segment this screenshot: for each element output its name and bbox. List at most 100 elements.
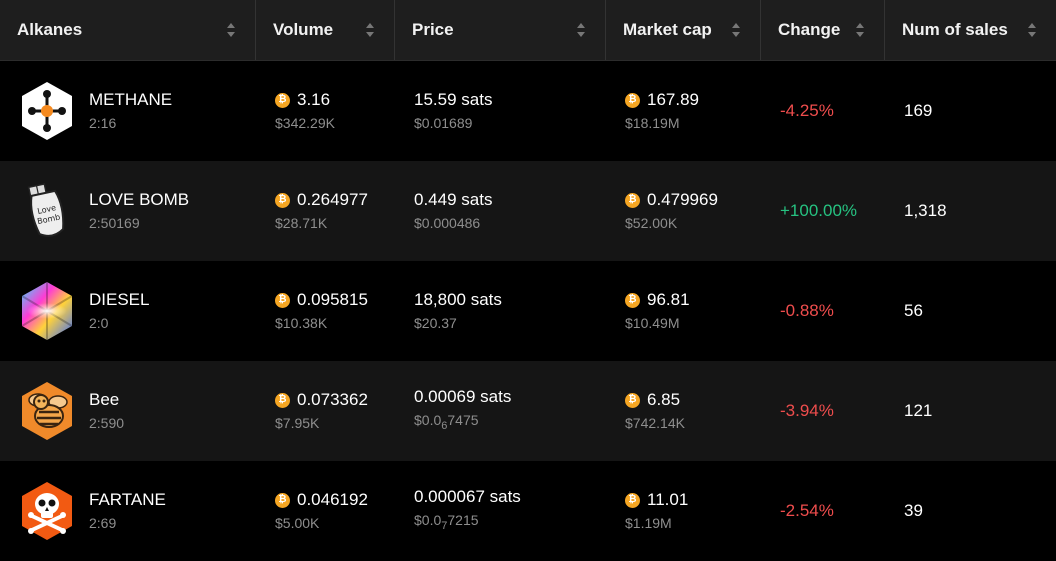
num-sales: 1,318 — [904, 201, 947, 220]
volume-cell: ₿ 0.095815 $10.38K — [256, 261, 395, 361]
table-row[interactable]: FARTANE 2:69 ₿ 0.046192 $5.00K 0.000067 s… — [0, 461, 1056, 561]
market-cap-usd: $742.14K — [625, 415, 685, 431]
price-sats: 0.00069 sats — [414, 387, 512, 406]
sort-icon[interactable] — [227, 23, 235, 37]
table-row[interactable]: Bee 2:590 ₿ 0.073362 $7.95K 0.00069 sats … — [0, 361, 1056, 461]
header-change[interactable]: Change — [761, 0, 885, 60]
volume-usd: $5.00K — [275, 515, 320, 531]
sort-icon[interactable] — [856, 23, 864, 37]
volume-usd: $7.95K — [275, 415, 320, 431]
market-cap-cell: ₿ 11.01 $1.19M — [606, 461, 761, 561]
alkane-cell: DIESEL 2:0 — [0, 261, 256, 361]
alkane-cell: Love Bomb LOVE BOMB 2:50169 — [0, 161, 256, 261]
num-sales: 39 — [904, 501, 923, 520]
bitcoin-icon: ₿ — [275, 392, 290, 408]
market-cap-usd: $18.19M — [625, 115, 680, 131]
bee-icon — [19, 380, 75, 442]
header-label: Price — [412, 20, 454, 39]
sort-icon[interactable] — [577, 23, 585, 37]
alkane-id: 2:69 — [89, 515, 117, 531]
header-label: Alkanes — [17, 20, 83, 39]
price-cell: 0.00069 sats $0.067475 — [395, 361, 606, 461]
alkane-name[interactable]: Bee — [89, 389, 124, 411]
alkane-cell: Bee 2:590 — [0, 361, 256, 461]
methane-molecule-icon — [19, 80, 75, 142]
volume-usd: $342.29K — [275, 115, 335, 131]
alkane-name[interactable]: METHANE — [89, 89, 172, 111]
volume-cell: ₿ 0.264977 $28.71K — [256, 161, 395, 261]
header-price[interactable]: Price — [395, 0, 606, 60]
change-cell: -3.94% — [761, 361, 885, 461]
header-volume[interactable]: Volume — [256, 0, 395, 60]
sort-icon[interactable] — [366, 23, 374, 37]
alkane-name[interactable]: FARTANE — [89, 489, 166, 511]
volume-cell: ₿ 3.16 $342.29K — [256, 61, 395, 161]
bitcoin-icon: ₿ — [275, 192, 290, 208]
volume-usd: $28.71K — [275, 215, 328, 231]
price-usd: $0.077215 — [414, 510, 521, 536]
sales-cell: 169 — [885, 61, 1056, 161]
header-market-cap[interactable]: Market cap — [606, 0, 761, 60]
price-sats: 18,800 sats — [414, 290, 502, 309]
alkane-id: 2:590 — [89, 415, 125, 431]
alkane-name[interactable]: LOVE BOMB — [89, 189, 189, 211]
volume-btc: 0.073362 — [297, 390, 368, 409]
price-usd-prefix: $0.0 — [414, 512, 442, 528]
price-usd-digits: 7215 — [447, 512, 479, 528]
sales-cell: 1,318 — [885, 161, 1056, 261]
market-cap-cell: ₿ 6.85 $742.14K — [606, 361, 761, 461]
market-cap-cell: ₿ 167.89 $18.19M — [606, 61, 761, 161]
sort-icon[interactable] — [732, 23, 740, 37]
diesel-prism-icon — [19, 280, 75, 342]
price-usd-digits: 7475 — [447, 412, 479, 428]
change-value: -3.94% — [780, 401, 834, 420]
alkane-name[interactable]: DIESEL — [89, 289, 149, 311]
skull-crossbones-icon — [19, 480, 75, 542]
price-usd: $20.37 — [414, 315, 457, 331]
header-alkanes[interactable]: Alkanes — [0, 0, 256, 60]
market-cap-cell: ₿ 0.479969 $52.00K — [606, 161, 761, 261]
market-cap-cell: ₿ 96.81 $10.49M — [606, 261, 761, 361]
change-value: +100.00% — [780, 201, 858, 220]
volume-btc: 3.16 — [297, 90, 331, 109]
bitcoin-icon: ₿ — [625, 192, 640, 208]
bitcoin-icon: ₿ — [625, 392, 640, 408]
price-cell: 18,800 sats $20.37 — [395, 261, 606, 361]
header-label: Change — [778, 20, 841, 39]
num-sales: 56 — [904, 301, 923, 320]
alkanes-table: Alkanes Volume Price Market cap Change N… — [0, 0, 1056, 561]
alkane-cell: METHANE 2:16 — [0, 61, 256, 161]
volume-btc: 0.095815 — [297, 290, 368, 309]
market-cap-usd: $10.49M — [625, 315, 680, 331]
table-row[interactable]: Love Bomb LOVE BOMB 2:50169 ₿ 0.264977 $2… — [0, 161, 1056, 261]
market-cap-btc: 96.81 — [647, 290, 690, 309]
market-cap-btc: 0.479969 — [647, 190, 718, 209]
change-value: -2.54% — [780, 501, 834, 520]
volume-cell: ₿ 0.073362 $7.95K — [256, 361, 395, 461]
alkane-id: 2:0 — [89, 315, 109, 331]
volume-btc: 0.264977 — [297, 190, 368, 209]
change-cell: -0.88% — [761, 261, 885, 361]
alkane-id: 2:16 — [89, 115, 117, 131]
sales-cell: 39 — [885, 461, 1056, 561]
bitcoin-icon: ₿ — [625, 492, 640, 508]
price-cell: 0.449 sats $0.000486 — [395, 161, 606, 261]
bitcoin-icon: ₿ — [275, 492, 290, 508]
change-value: -0.88% — [780, 301, 834, 320]
sales-cell: 121 — [885, 361, 1056, 461]
alkane-id: 2:50169 — [89, 215, 140, 231]
table-row[interactable]: METHANE 2:16 ₿ 3.16 $342.29K 15.59 sats $… — [0, 61, 1056, 161]
bitcoin-icon: ₿ — [275, 92, 290, 108]
sort-icon[interactable] — [1028, 23, 1036, 37]
change-value: -4.25% — [780, 101, 834, 120]
love-bomb-icon: Love Bomb — [19, 180, 75, 242]
bitcoin-icon: ₿ — [275, 292, 290, 308]
bitcoin-icon: ₿ — [625, 92, 640, 108]
change-cell: +100.00% — [761, 161, 885, 261]
header-num-sales[interactable]: Num of sales — [885, 0, 1056, 60]
table-row[interactable]: DIESEL 2:0 ₿ 0.095815 $10.38K 18,800 sats… — [0, 261, 1056, 361]
market-cap-usd: $52.00K — [625, 215, 678, 231]
price-sats: 0.000067 sats — [414, 487, 521, 506]
price-usd: $0.000486 — [414, 215, 481, 231]
price-usd-prefix: $0.0 — [414, 412, 442, 428]
